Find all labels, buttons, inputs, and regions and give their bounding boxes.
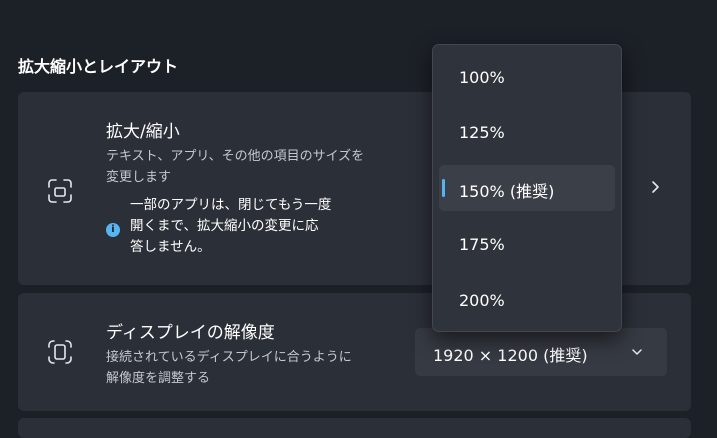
info-icon: i — [106, 223, 120, 237]
scale-info-line3: 答しません。 — [130, 239, 211, 255]
resolution-dropdown[interactable]: 1920 × 1200 (推奨) — [415, 328, 667, 376]
resolution-selected-value: 1920 × 1200 (推奨) — [433, 346, 588, 365]
resolution-description-line2: 解像度を調整する — [106, 371, 211, 386]
scale-option-label: 175% — [459, 235, 505, 254]
selected-indicator — [442, 179, 445, 197]
scale-option-175[interactable]: 175% — [439, 222, 615, 268]
scale-description-line2: 変更します — [106, 170, 172, 185]
scale-option-label: 125% — [459, 123, 505, 142]
resolution-title: ディスプレイの解像度 — [106, 323, 275, 343]
scale-icon — [45, 176, 75, 206]
scale-option-100[interactable]: 100% — [439, 55, 615, 101]
section-title: 拡大縮小とレイアウト — [18, 57, 179, 76]
scale-info-line2: 開くまで、拡大縮小の変更に応 — [130, 218, 319, 234]
scale-option-label: 200% — [459, 291, 505, 310]
scale-option-label: 100% — [459, 68, 505, 87]
scale-description-line1: テキスト、アプリ、その他の項目のサイズを — [106, 149, 365, 164]
scale-option-150[interactable]: 150% (推奨) — [439, 165, 615, 211]
chevron-down-icon — [631, 346, 643, 358]
chevron-right-icon[interactable] — [648, 180, 662, 194]
resolution-description-line1: 接続されているディスプレイに合うように — [106, 350, 352, 365]
scale-option-200[interactable]: 200% — [439, 278, 615, 324]
scale-dropdown-menu: 100% 125% 150% (推奨) 175% 200% — [432, 44, 622, 332]
scale-option-125[interactable]: 125% — [439, 110, 615, 156]
scale-option-label: 150% (推奨) — [459, 182, 555, 201]
next-card — [18, 418, 691, 438]
resolution-icon — [45, 337, 75, 367]
scale-info-line1: 一部のアプリは、閉じてもう一度 — [130, 197, 332, 213]
scale-title: 拡大/縮小 — [106, 122, 180, 142]
